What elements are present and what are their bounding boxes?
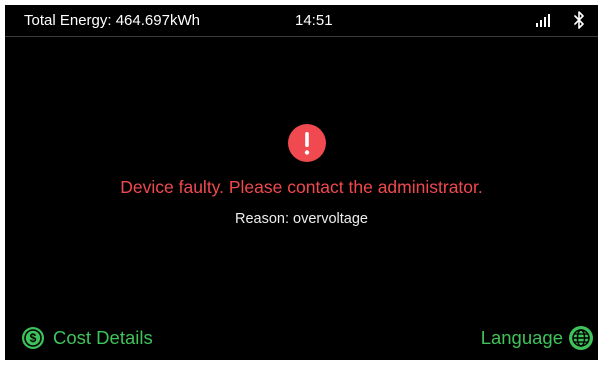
clock: 14:51	[295, 12, 333, 29]
exclamation-icon	[288, 124, 326, 162]
language-button[interactable]: Language	[481, 325, 593, 351]
svg-text:$: $	[30, 331, 37, 345]
charger-screen: Total Energy: 464.697kWh 14:51 Device fa…	[5, 5, 598, 360]
dollar-circle-icon: $	[22, 327, 44, 349]
fault-reason: Reason: overvoltage	[5, 211, 598, 227]
total-energy-label: Total Energy:	[24, 12, 112, 29]
total-energy-value: 464.697kWh	[115, 12, 200, 29]
bluetooth-icon	[574, 11, 584, 29]
total-energy: Total Energy: 464.697kWh	[24, 12, 200, 29]
signal-strength-icon	[536, 14, 550, 27]
language-label: Language	[480, 327, 563, 348]
reason-label: Reason:	[234, 211, 289, 227]
error-message: Device faulty. Please contact the admini…	[120, 177, 483, 197]
reason-value: overvoltage	[293, 211, 368, 227]
cost-details-label: Cost Details	[53, 327, 153, 348]
cost-details-button[interactable]: $ Cost Details	[22, 325, 153, 351]
globe-icon	[569, 326, 593, 350]
status-bar: Total Energy: 464.697kWh 14:51	[5, 5, 598, 37]
